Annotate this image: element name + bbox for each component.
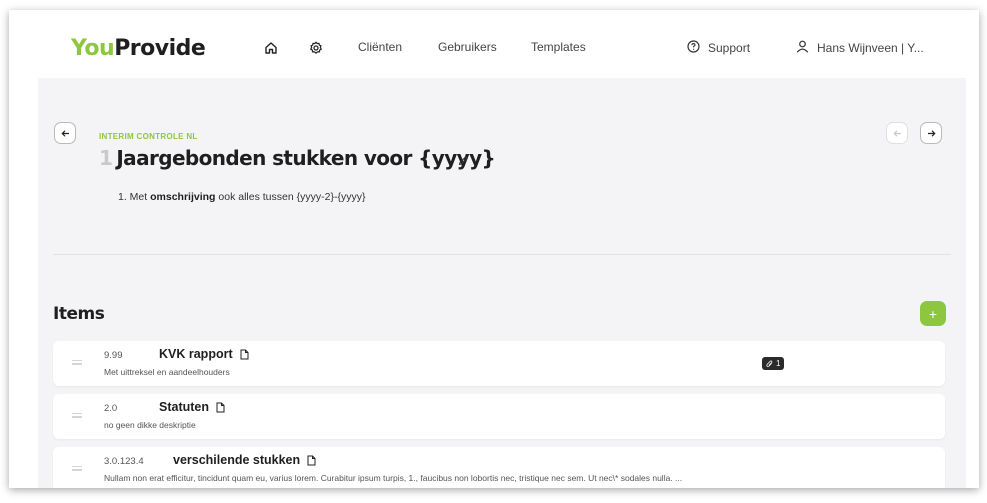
logo[interactable]: YouProvide bbox=[71, 36, 206, 61]
user-menu[interactable]: Hans Wijnveen | Y... bbox=[796, 40, 924, 56]
nav-gebruikers[interactable]: Gebruikers bbox=[438, 40, 497, 54]
item-name: verschilende stukken bbox=[173, 453, 316, 467]
document-icon bbox=[240, 349, 249, 359]
arrow-right-icon bbox=[927, 129, 936, 137]
item-description: Nullam non erat efficitur, tincidunt qua… bbox=[104, 473, 683, 483]
item-code: 9.99 bbox=[104, 350, 123, 361]
task-number: 1 bbox=[99, 146, 113, 170]
page-title: 1 Jaargebonden stukken voor {yyyy} bbox=[99, 146, 496, 170]
nav-templates[interactable]: Templates bbox=[531, 40, 586, 54]
item-code: 3.0.123.4 bbox=[104, 456, 144, 467]
item-description: no geen dikke deskriptie bbox=[104, 420, 196, 430]
arrow-left-icon bbox=[60, 129, 69, 137]
item-row[interactable]: 9.99 KVK rapport Met uittreksel en aande… bbox=[53, 341, 945, 386]
drag-handle-icon[interactable] bbox=[72, 413, 82, 420]
item-row[interactable]: 3.0.123.4 verschilende stukken Nullam no… bbox=[53, 447, 945, 488]
user-icon bbox=[796, 40, 809, 56]
drag-handle-icon[interactable] bbox=[72, 466, 82, 473]
help-icon bbox=[687, 40, 700, 56]
top-navigation: YouProvide Cliënten Gebruikers Templates… bbox=[9, 10, 979, 78]
app-window: YouProvide Cliënten Gebruikers Templates… bbox=[9, 10, 979, 488]
item-name: Statuten bbox=[159, 400, 225, 414]
item-name: KVK rapport bbox=[159, 347, 249, 361]
item-code: 2.0 bbox=[104, 403, 118, 414]
items-heading: Items bbox=[53, 304, 105, 324]
item-description: Met uittreksel en aandeelhouders bbox=[104, 367, 230, 377]
edit-pencil-icon[interactable] bbox=[458, 153, 469, 171]
home-icon[interactable] bbox=[263, 40, 279, 56]
add-item-button[interactable]: + bbox=[920, 301, 946, 326]
document-icon bbox=[216, 402, 225, 412]
nav-clienten[interactable]: Cliënten bbox=[358, 40, 402, 54]
paperclip-icon bbox=[766, 360, 773, 367]
drag-handle-icon[interactable] bbox=[72, 360, 82, 367]
section-divider bbox=[53, 254, 951, 255]
arrow-left-icon bbox=[892, 129, 901, 137]
document-icon bbox=[307, 455, 316, 465]
main-content: INTERIM CONTROLE NL 1 Jaargebonden stukke… bbox=[38, 78, 966, 488]
next-button[interactable] bbox=[920, 122, 942, 144]
support-link[interactable]: Support bbox=[687, 40, 750, 56]
task-eyebrow: INTERIM CONTROLE NL bbox=[99, 132, 198, 141]
attachment-badge[interactable]: 1 bbox=[762, 357, 785, 370]
item-row[interactable]: 2.0 Statuten no geen dikke deskriptie bbox=[53, 394, 945, 439]
gear-icon[interactable] bbox=[308, 40, 324, 56]
back-button[interactable] bbox=[54, 122, 76, 144]
previous-button[interactable] bbox=[886, 122, 908, 144]
task-description: 1. Met omschrijving ook alles tussen {yy… bbox=[118, 191, 366, 203]
